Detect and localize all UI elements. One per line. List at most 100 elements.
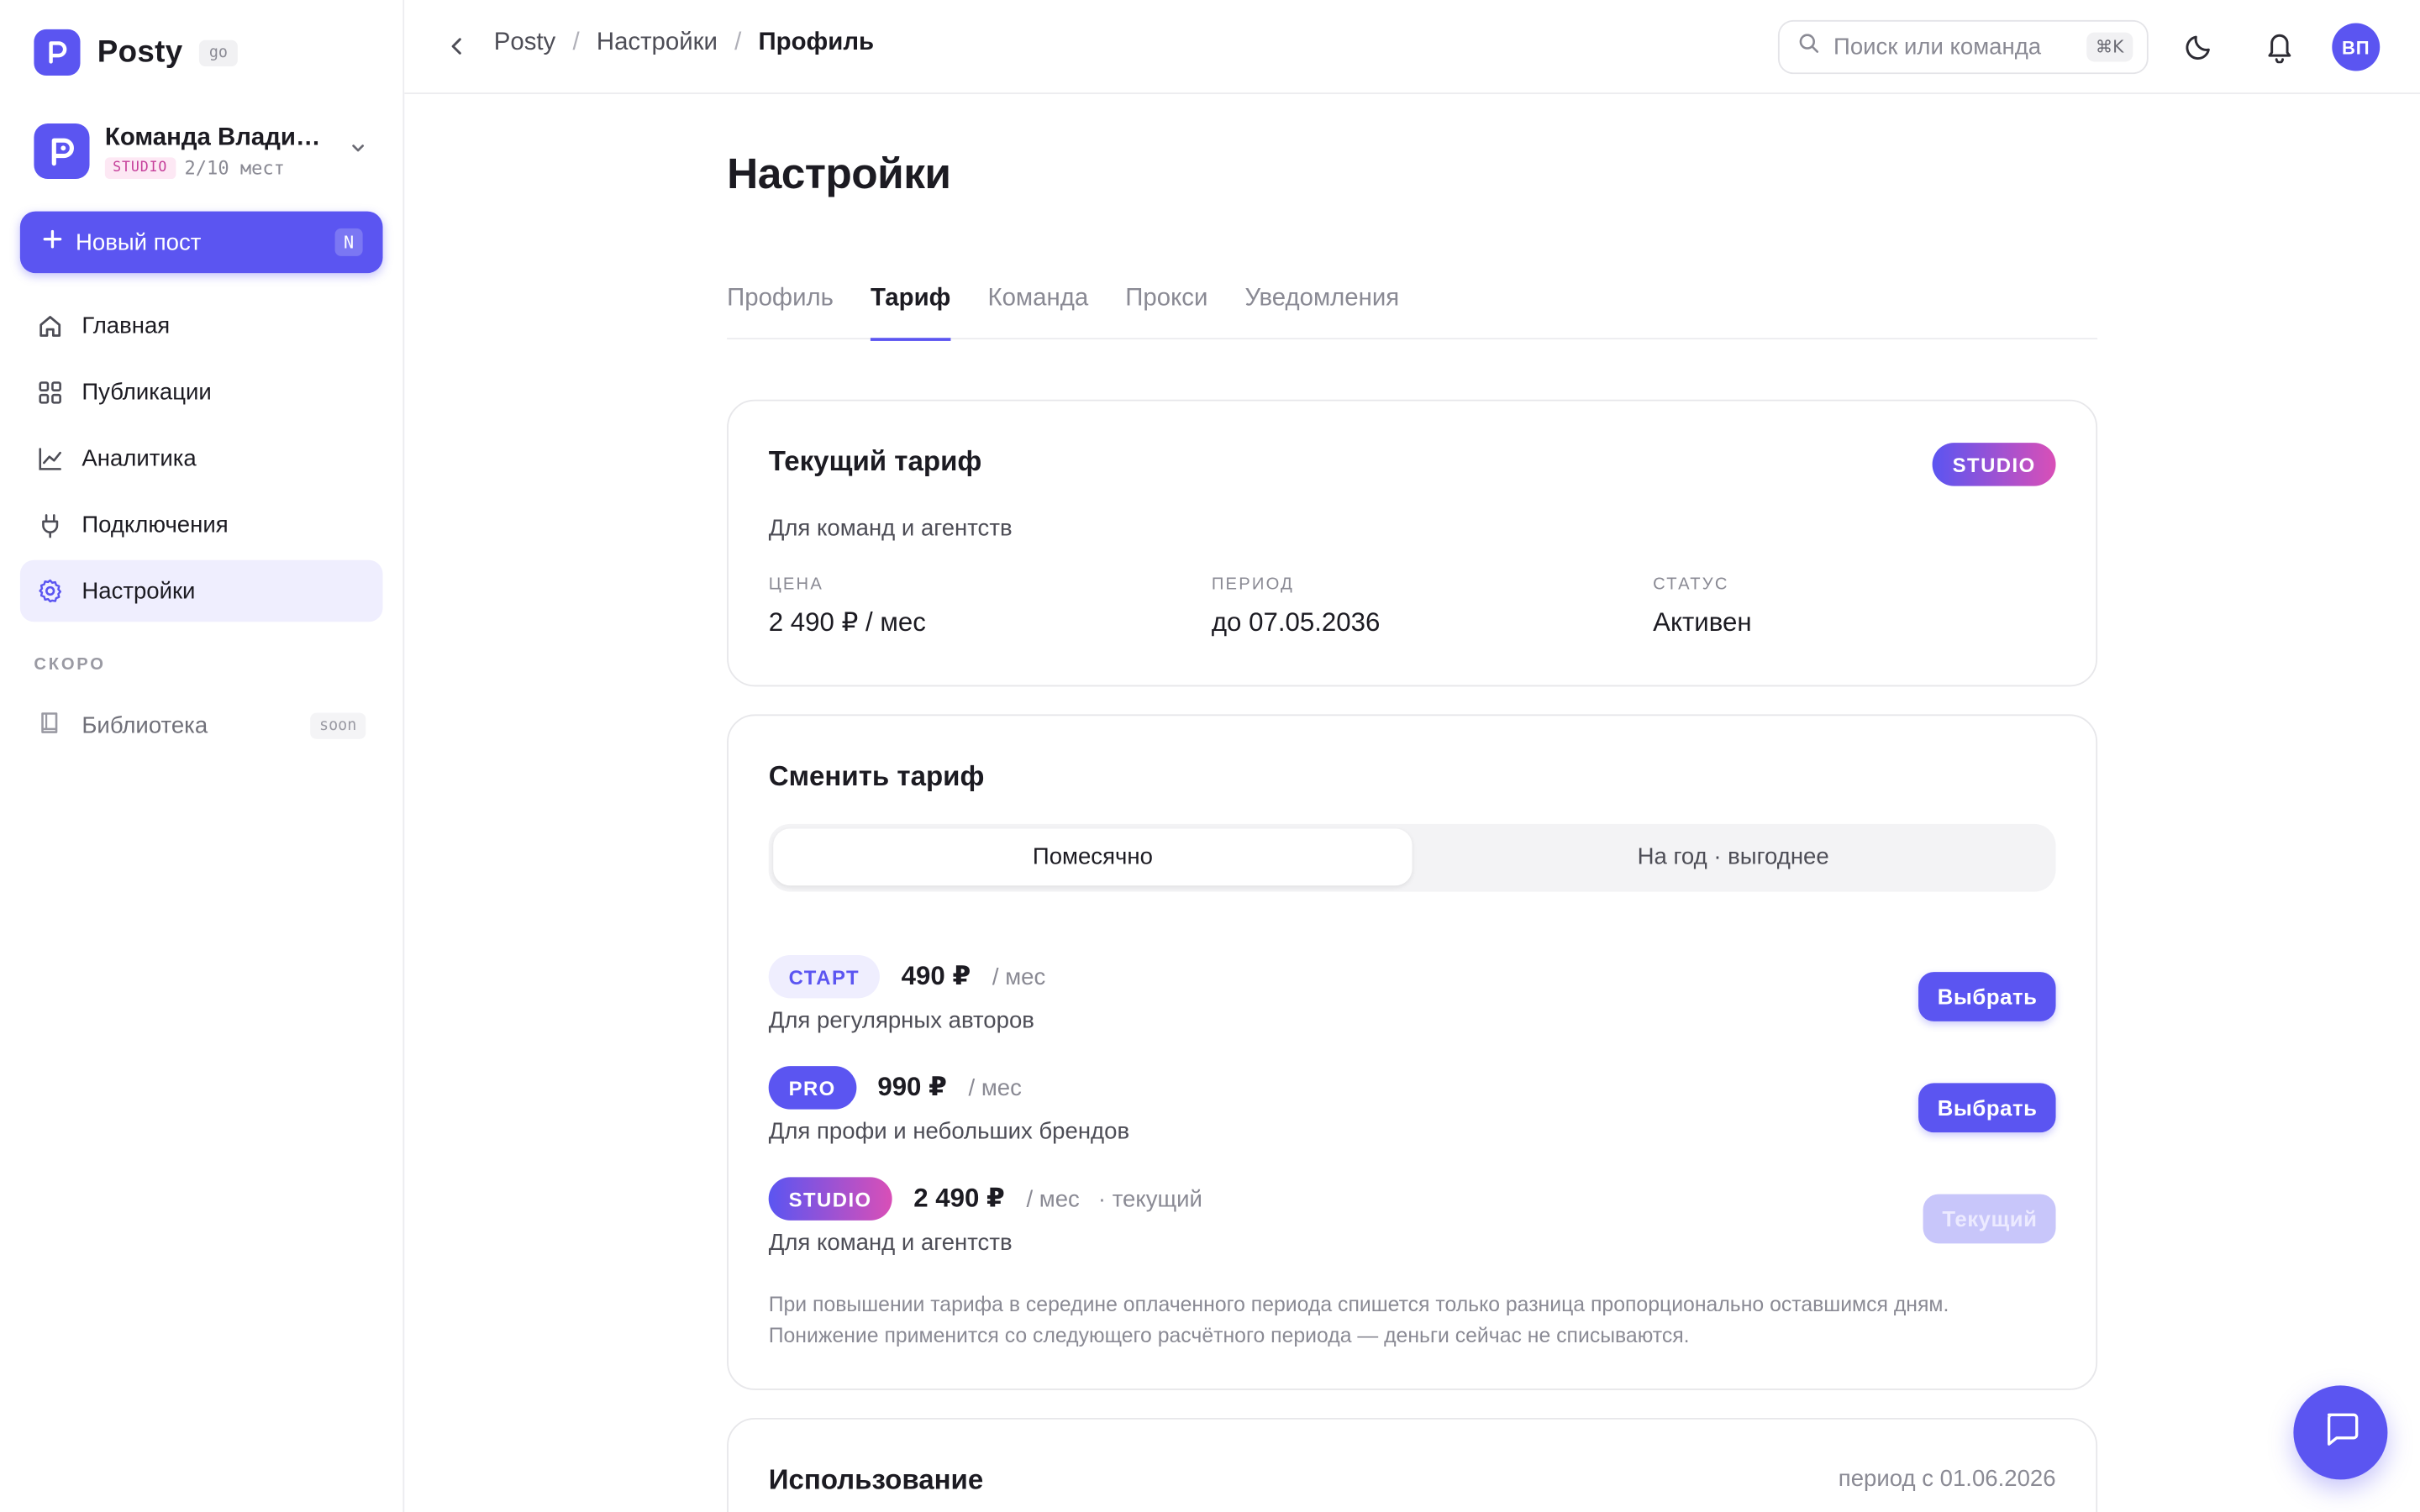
plan-price: 990 ₽: [877, 1072, 947, 1102]
change-plan-title: Сменить тариф: [768, 760, 985, 792]
plan-description: Для профи и небольших брендов: [768, 1118, 1130, 1145]
chart-icon: [37, 445, 63, 471]
brand[interactable]: Posty go: [34, 29, 237, 76]
search-shortcut: ⌘K: [2086, 32, 2133, 62]
grid-icon: [37, 379, 63, 405]
tab-notifications[interactable]: Уведомления: [1244, 286, 1399, 339]
new-post-shortcut: N: [334, 228, 363, 256]
new-post-button[interactable]: Новый пост N: [19, 211, 383, 274]
sidebar-item-settings[interactable]: Настройки: [19, 559, 383, 622]
sidebar-item-library: Библиотека soon: [20, 695, 383, 756]
stat-label: ЦЕНА: [768, 575, 824, 595]
plan-price: 2 490 ₽: [913, 1183, 1005, 1213]
sidebar-item-publications[interactable]: Публикации: [20, 361, 383, 423]
tab-plan[interactable]: Тариф: [871, 286, 950, 341]
sidebar-item-label: Публикации: [82, 378, 212, 406]
soon-section-header: СКОРО: [34, 655, 106, 675]
stat-value: Активен: [1653, 607, 1752, 638]
plus-icon: [42, 228, 64, 257]
stat-label: СТАТУС: [1653, 575, 1729, 595]
tab-proxy[interactable]: Прокси: [1125, 286, 1207, 339]
sidebar-item-label: Главная: [82, 312, 171, 339]
posty-logo-icon: [34, 29, 81, 76]
gear-icon: [37, 578, 63, 604]
search-input[interactable]: Поиск или команда ⌘K: [1777, 19, 2149, 75]
billing-period-toggle: Помесячно На год · выгоднее: [768, 823, 2056, 892]
team-switcher[interactable]: Команда Владимира STUDIO 2/10 мест: [34, 120, 373, 181]
app-root: Posty go Команда Владимира STUDIO 2/10 м…: [0, 0, 2420, 1512]
tab-profile[interactable]: Профиль: [727, 286, 834, 339]
select-plan-button[interactable]: Выбрать: [1918, 972, 2056, 1021]
brand-chip: go: [199, 39, 237, 66]
team-plan-badge: STUDIO: [104, 156, 176, 179]
plan-change-note-line: Понижение применится со следующего расчё…: [768, 1323, 1690, 1347]
plan-period: / мес: [992, 963, 1046, 990]
book-icon: [37, 709, 63, 742]
stat-value: до 07.05.2036: [1211, 607, 1381, 638]
soon-chip: soon: [310, 711, 366, 738]
moon-icon[interactable]: [2184, 31, 2215, 70]
back-chevron-icon[interactable]: [445, 33, 469, 68]
sidebar-item-label: Аналитика: [82, 444, 197, 472]
settings-tabs: Профиль Тариф Команда Прокси Уведомления: [727, 286, 2098, 341]
plan-row-studio: STUDIO 2 490 ₽ / мес · текущий Для коман…: [768, 1176, 2056, 1268]
breadcrumb-settings[interactable]: Настройки: [597, 29, 718, 57]
sidebar: Posty go Команда Владимира STUDIO 2/10 м…: [0, 0, 405, 1512]
plan-badge: STUDIO: [768, 1177, 892, 1221]
plan-change-note: При повышении тарифа в середине оплаченн…: [769, 1290, 2034, 1352]
plan-row-pro: PRO 990 ₽ / мес Для профи и небольших бр…: [768, 1064, 2056, 1157]
bell-icon[interactable]: [2264, 29, 2295, 71]
plan-change-note-line: При повышении тарифа в середине оплаченн…: [768, 1293, 1949, 1316]
chevron-down-icon: [349, 137, 367, 165]
sidebar-item-home[interactable]: Главная: [20, 295, 383, 356]
team-seats: 2/10 мест: [184, 156, 285, 179]
breadcrumb-separator: /: [734, 29, 742, 56]
tab-team[interactable]: Команда: [987, 286, 1088, 339]
change-plan-card: Сменить тариф Помесячно На год · выгодне…: [727, 714, 2098, 1390]
home-icon: [37, 312, 63, 339]
usage-period: период с 01.06.2026: [1838, 1465, 2056, 1493]
current-plan-subtitle: Для команд и агентств: [768, 515, 1013, 542]
plan-period: / мес: [1026, 1185, 1080, 1212]
stat-price: ЦЕНА 2 490 ₽ / мес: [769, 575, 926, 638]
avatar[interactable]: ВП: [2332, 23, 2381, 71]
billing-yearly-option[interactable]: На год · выгоднее: [1413, 828, 2052, 885]
plan-period: / мес: [968, 1074, 1022, 1101]
stat-label: ПЕРИОД: [1211, 575, 1295, 595]
brand-name: Posty: [97, 34, 183, 69]
billing-monthly-option[interactable]: Помесячно: [773, 828, 1413, 886]
sidebar-item-analytics[interactable]: Аналитика: [20, 428, 383, 489]
breadcrumb-separator: /: [572, 29, 580, 56]
sidebar-item-label: Подключения: [82, 511, 229, 538]
usage-card: Использование период с 01.06.2026: [727, 1417, 2098, 1512]
stat-status: СТАТУС Активен: [1653, 575, 1751, 638]
team-logo-icon: [34, 123, 90, 180]
plug-icon: [37, 512, 63, 538]
plan-badge: СТАРТ: [768, 954, 880, 999]
plan-description: Для регулярных авторов: [768, 1007, 1034, 1034]
search-icon: [1798, 33, 1820, 62]
current-plan-tag: · текущий: [1097, 1185, 1202, 1212]
team-name: Команда Владимира: [104, 123, 330, 151]
breadcrumb-current: Профиль: [758, 29, 875, 56]
current-plan-button: Текущий: [1923, 1194, 2056, 1244]
sidebar-item-label: Настройки: [82, 577, 196, 605]
plan-row-start: СТАРТ 490 ₽ / мес Для регулярных авторов…: [768, 953, 2056, 1046]
search-placeholder: Поиск или команда: [1833, 34, 2042, 60]
new-post-label: Новый пост: [76, 228, 202, 255]
chat-support-button[interactable]: [2293, 1385, 2388, 1480]
breadcrumb: Posty / Настройки / Профиль: [494, 29, 874, 57]
current-plan-badge: STUDIO: [1932, 443, 2056, 486]
select-plan-button[interactable]: Выбрать: [1918, 1083, 2056, 1133]
current-plan-title: Текущий тариф: [768, 445, 982, 477]
stat-value: 2 490 ₽ / мес: [768, 607, 926, 638]
chat-icon: [2321, 1409, 2361, 1457]
breadcrumb-posty[interactable]: Posty: [494, 29, 555, 57]
usage-title: Использование: [768, 1464, 984, 1495]
sidebar-nav: Главная Публикации Аналитика Подключения: [19, 295, 383, 627]
plan-description: Для команд и агентств: [768, 1229, 1013, 1257]
sidebar-item-label: Библиотека: [82, 711, 208, 738]
plan-price: 490 ₽: [901, 961, 971, 991]
sidebar-item-connections[interactable]: Подключения: [20, 494, 383, 555]
current-plan-card: Текущий тариф STUDIO Для команд и агентс…: [727, 399, 2098, 687]
